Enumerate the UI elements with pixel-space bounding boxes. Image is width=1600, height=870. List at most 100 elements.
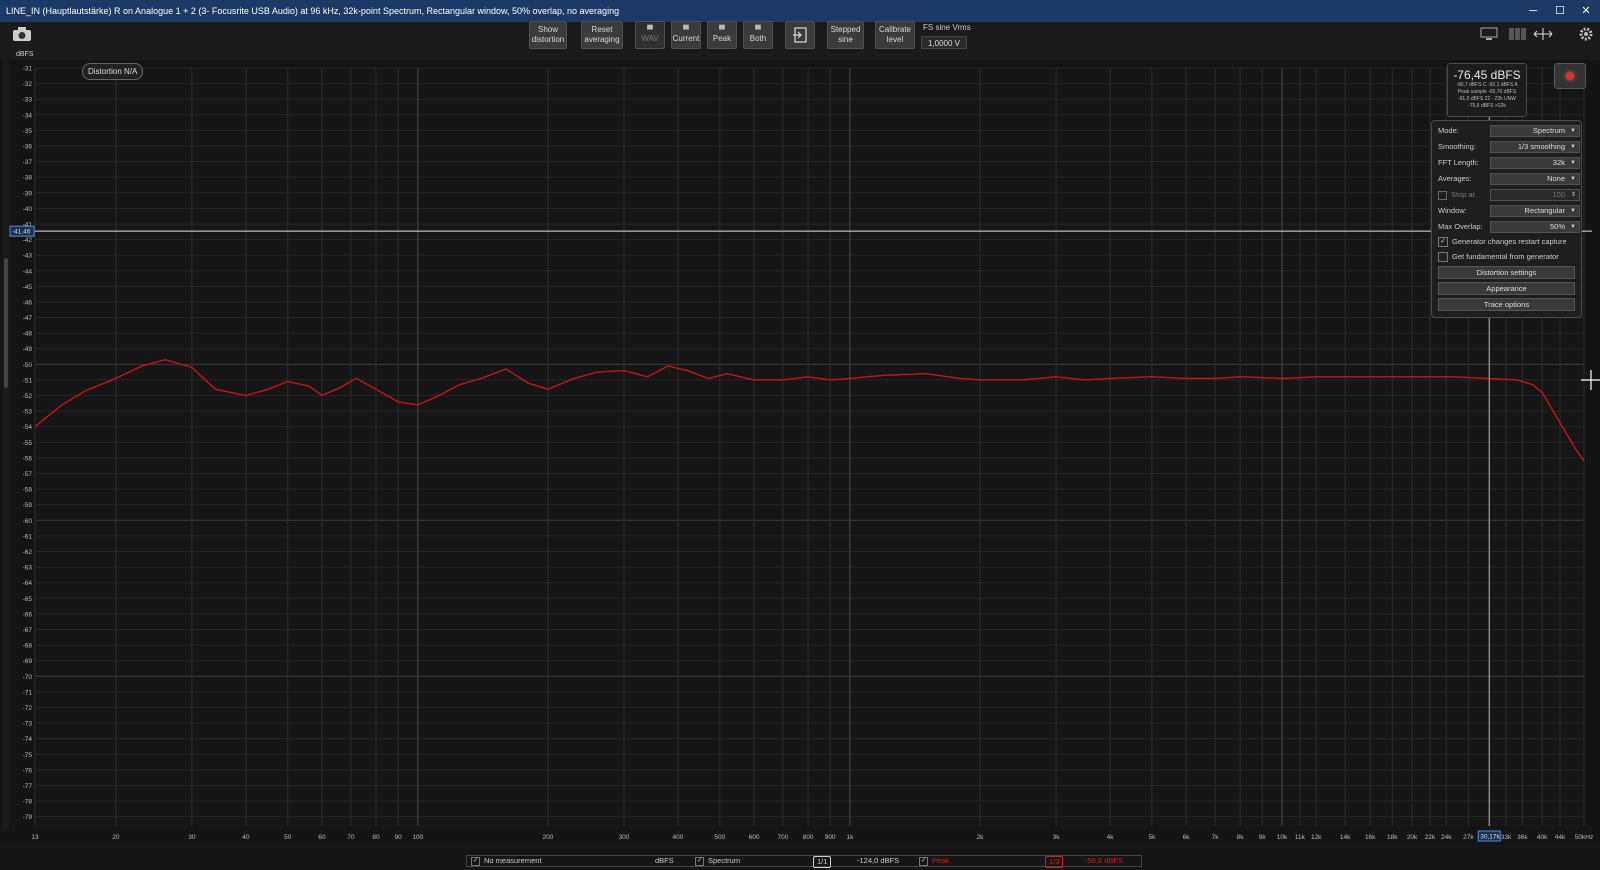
window-select[interactable]: Rectangular ▼ bbox=[1490, 205, 1580, 217]
x-tick-label: 36k bbox=[1517, 834, 1528, 841]
window-label: Window: bbox=[1438, 206, 1467, 215]
x-tick-label: 40 bbox=[242, 834, 250, 841]
x-tick-label: 12k bbox=[1311, 834, 1322, 841]
y-tick-label: -33 bbox=[23, 97, 33, 104]
y-tick-label: -58 bbox=[23, 487, 33, 494]
chevron-down-icon: ▼ bbox=[1570, 208, 1576, 214]
x-tick-label: 70 bbox=[347, 834, 355, 841]
max-overlap-select[interactable]: 50% ▼ bbox=[1490, 221, 1580, 233]
plot-area bbox=[35, 68, 1584, 826]
x-tick-label: 50 bbox=[284, 834, 292, 841]
smoothing-value: 1/3 smoothing bbox=[1517, 142, 1565, 151]
x-tick-label: 24k bbox=[1441, 834, 1452, 841]
x-tick-label: 40k bbox=[1537, 834, 1548, 841]
stop-at-row: Stop at 100 ⇕ bbox=[1438, 189, 1580, 201]
y-tick-label: -76 bbox=[23, 767, 33, 774]
x-tick-label: 16k bbox=[1365, 834, 1376, 841]
check-icon: ✓ bbox=[695, 856, 704, 866]
x-tick-label: 1k bbox=[846, 834, 854, 841]
appearance-button[interactable]: Appearance bbox=[1438, 282, 1575, 295]
y-tick-label: -51 bbox=[23, 377, 33, 384]
y-cursor-value: -41,46 bbox=[12, 229, 31, 236]
window-row: Window: Rectangular ▼ bbox=[1438, 205, 1580, 217]
x-tick-label: 20k bbox=[1407, 834, 1418, 841]
x-tick-label: 44k bbox=[1555, 834, 1566, 841]
stop-at-checkbox[interactable] bbox=[1438, 190, 1447, 200]
x-tick-label: 60 bbox=[318, 834, 326, 841]
x-tick-label: 10k bbox=[1277, 834, 1288, 841]
chevron-down-icon: ▼ bbox=[1570, 144, 1576, 150]
x-tick-label: 500 bbox=[714, 834, 725, 841]
y-tick-label: -40 bbox=[23, 206, 33, 213]
spectrum-level: -124,0 dBFS bbox=[857, 856, 900, 865]
x-tick-label: 22k bbox=[1425, 834, 1436, 841]
readout-level: -76,45 dBFS bbox=[1453, 68, 1521, 82]
y-tick-label: -48 bbox=[23, 331, 33, 338]
check-icon: ✓ bbox=[1438, 237, 1448, 248]
chevron-down-icon: ▼ bbox=[1570, 176, 1576, 182]
y-tick-label: -45 bbox=[23, 284, 33, 291]
smoothing-select[interactable]: 1/3 smoothing ▼ bbox=[1490, 141, 1580, 153]
y-tick-label: -52 bbox=[23, 393, 33, 400]
peak-smoothing-badge[interactable]: 1/3 bbox=[1045, 856, 1064, 868]
generator-restart-checkbox[interactable]: ✓ Generator changes restart capture bbox=[1438, 236, 1578, 248]
x-tick-label: 200 bbox=[542, 834, 553, 841]
chevron-down-icon: ▼ bbox=[1570, 224, 1576, 230]
fft-length-row: FFT Length: 32k ▼ bbox=[1438, 157, 1580, 169]
trace-legend-bar: ✓ No measurement dBFS ✓ Spectrum 1/1 -124,… bbox=[466, 855, 1142, 868]
y-tick-label: -70 bbox=[23, 674, 33, 681]
y-tick-label: -50 bbox=[23, 362, 33, 369]
mode-label: Mode: bbox=[1438, 126, 1459, 135]
mode-value: Spectrum bbox=[1532, 126, 1565, 135]
get-fundamental-checkbox[interactable]: Get fundamental from generator bbox=[1438, 251, 1578, 263]
y-tick-label: -32 bbox=[23, 81, 33, 88]
x-tick-label: 300 bbox=[619, 834, 630, 841]
y-tick-label: -55 bbox=[23, 440, 33, 447]
y-tick-label: -43 bbox=[23, 253, 33, 260]
y-tick-label: -46 bbox=[23, 299, 33, 306]
check-icon: ✓ bbox=[919, 856, 928, 866]
y-tick-label: -74 bbox=[23, 736, 33, 743]
y-tick-label: -34 bbox=[23, 112, 33, 119]
y-tick-label: -75 bbox=[23, 752, 33, 759]
y-tick-label: -49 bbox=[23, 346, 33, 353]
spectrum-plot[interactable]: -31-32-33-34-35-36-37-38-39-40-41-42-43-… bbox=[0, 0, 1600, 870]
averages-select[interactable]: None ▼ bbox=[1490, 173, 1580, 185]
distortion-settings-button[interactable]: Distortion settings bbox=[1438, 266, 1575, 279]
readout-line-4: -76,6 dBFS >22k bbox=[1468, 103, 1506, 109]
spectrum-smoothing-badge[interactable]: 1/1 bbox=[813, 856, 832, 868]
trace-options-button[interactable]: Trace options bbox=[1438, 298, 1575, 311]
record-button[interactable] bbox=[1554, 63, 1586, 89]
y-tick-label: -62 bbox=[23, 549, 33, 556]
x-tick-label: 5k bbox=[1148, 834, 1156, 841]
y-tick-label: -42 bbox=[23, 237, 33, 244]
y-tick-label: -77 bbox=[23, 783, 33, 790]
y-tick-label: -57 bbox=[23, 471, 33, 478]
y-tick-label: -31 bbox=[23, 66, 33, 73]
y-tick-label: -47 bbox=[23, 315, 33, 322]
fft-length-label: FFT Length: bbox=[1438, 158, 1479, 167]
y-tick-label: -38 bbox=[23, 175, 33, 182]
spectrum-control-panel: Mode: Spectrum ▼ Smoothing: 1/3 smoothing… bbox=[1431, 120, 1582, 318]
y-tick-label: -36 bbox=[23, 143, 33, 150]
readout-line-1: -80,7 dBFS C -92,1 dBFS A bbox=[1456, 82, 1518, 88]
stop-at-text: Stop at bbox=[1451, 190, 1475, 199]
stop-at-stepper[interactable]: 100 ⇕ bbox=[1490, 189, 1580, 201]
x-axis-ticks: 13 20 30 40 50 60 70 80 90 100 200 300 400 500 600 700 8… bbox=[31, 834, 1593, 841]
mode-select[interactable]: Spectrum ▼ bbox=[1490, 125, 1580, 137]
distortion-badge[interactable]: Distortion N/A bbox=[82, 63, 144, 80]
x-tick-label: 9k bbox=[1259, 834, 1267, 841]
x-tick-label: 18k bbox=[1387, 834, 1398, 841]
fft-length-select[interactable]: 32k ▼ bbox=[1490, 157, 1580, 169]
x-tick-label: 4k bbox=[1107, 834, 1115, 841]
max-overlap-row: Max Overlap: 50% ▼ bbox=[1438, 221, 1580, 233]
footer-unit: dBFS bbox=[655, 856, 674, 865]
spectrum-trace-toggle[interactable]: ✓ Spectrum bbox=[695, 856, 740, 866]
y-tick-label: -72 bbox=[23, 705, 33, 712]
stop-at-label[interactable]: Stop at bbox=[1438, 189, 1475, 201]
x-tick-label: 30 bbox=[188, 834, 196, 841]
no-measurement-item[interactable]: ✓ No measurement bbox=[471, 856, 542, 866]
window-value: Rectangular bbox=[1524, 206, 1565, 215]
peak-trace-toggle[interactable]: ✓ Peak bbox=[919, 856, 949, 866]
max-overlap-value: 50% bbox=[1549, 222, 1565, 231]
